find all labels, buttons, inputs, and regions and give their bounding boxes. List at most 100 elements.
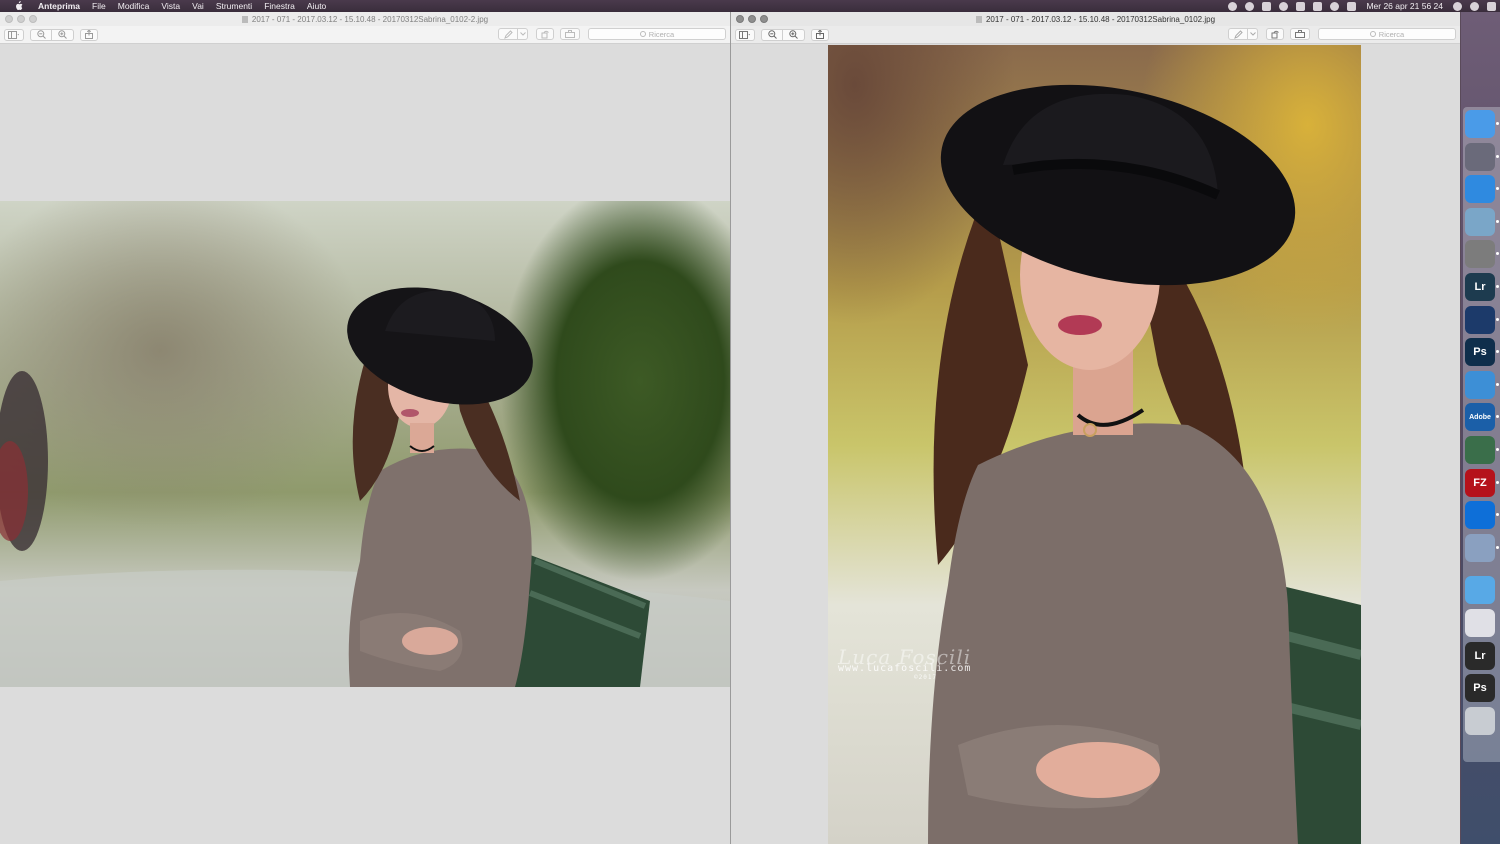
- trash-icon[interactable]: [1465, 706, 1495, 735]
- apple-menu-icon[interactable]: [12, 1, 24, 11]
- titlebar-left[interactable]: 2017 - 071 - 2017.03.12 - 15.10.48 - 201…: [0, 12, 730, 26]
- running-indicator: [1496, 122, 1499, 125]
- zoom-in-button[interactable]: [783, 28, 805, 41]
- teamviewer-status-icon[interactable]: [1279, 1, 1289, 11]
- menu-file[interactable]: File: [86, 0, 112, 12]
- close-button[interactable]: [736, 15, 744, 23]
- finder-icon[interactable]: [1465, 110, 1495, 138]
- document-icon: [975, 15, 982, 23]
- titlebar-right[interactable]: 2017 - 071 - 2017.03.12 - 15.10.48 - 201…: [731, 12, 1460, 26]
- window-title-left: 2017 - 071 - 2017.03.12 - 15.10.48 - 201…: [251, 14, 489, 24]
- spotlight-icon[interactable]: [1453, 1, 1462, 11]
- system-preferences-icon[interactable]: [1465, 240, 1495, 269]
- zoom-out-icon: [767, 30, 777, 39]
- sidebar-toggle-button[interactable]: [4, 28, 24, 41]
- markup-pen-button[interactable]: [1228, 28, 1248, 40]
- filezilla-icon[interactable]: FZ: [1465, 468, 1495, 497]
- toolbox-icon: [1295, 30, 1305, 38]
- search-placeholder-right: Ricerca: [1378, 29, 1405, 39]
- search-icon: [639, 31, 646, 37]
- transmission-icon[interactable]: [1465, 436, 1495, 464]
- share-button[interactable]: [80, 28, 98, 41]
- menu-help[interactable]: Aiuto: [301, 0, 332, 12]
- lightroom-icon[interactable]: Lr: [1465, 273, 1495, 301]
- search-field-right[interactable]: Ricerca: [1318, 28, 1456, 40]
- menu-window[interactable]: Finestra: [258, 0, 301, 12]
- sidebar-icon: [8, 30, 19, 39]
- running-indicator: [1496, 317, 1499, 321]
- wifi-icon[interactable]: [1330, 1, 1340, 11]
- sidebar-toggle-button[interactable]: [735, 28, 755, 41]
- menu-tools[interactable]: Strumenti: [210, 0, 258, 12]
- teamviewer-icon[interactable]: [1465, 501, 1495, 530]
- adobe-icon[interactable]: Adobe: [1465, 403, 1495, 432]
- close-button[interactable]: [5, 15, 13, 23]
- menu-clock[interactable]: Mer 26 apr 21 56 24: [1366, 1, 1443, 11]
- portrait-photo[interactable]: Luca Foscili www.lucafoscili.com ©2017: [828, 45, 1361, 844]
- image-capture-icon[interactable]: [1465, 533, 1495, 562]
- toolbar-right: Ricerca: [731, 26, 1460, 44]
- zoom-out-button[interactable]: [761, 28, 783, 41]
- toolbox-button[interactable]: [560, 28, 580, 40]
- lightroom-stack-icon[interactable]: Lr: [1465, 641, 1495, 670]
- siri-icon[interactable]: [1470, 1, 1479, 11]
- zoom-in-button[interactable]: [52, 28, 74, 41]
- menu-bar: Anteprima File Modifica Vista Vai Strume…: [0, 0, 1500, 12]
- photoshop-icon[interactable]: Ps: [1465, 338, 1495, 367]
- search-field-left[interactable]: Ricerca: [588, 28, 726, 40]
- safari-icon[interactable]: [1465, 175, 1495, 204]
- chevron-down-icon: [1249, 32, 1256, 36]
- toolbar-right-left: Ricerca: [492, 28, 726, 40]
- photoshop-stack-icon[interactable]: Ps: [1465, 674, 1495, 703]
- share-button[interactable]: [811, 28, 829, 41]
- toolbox-button[interactable]: [1290, 28, 1310, 40]
- dock: Lr Ps Adobe FZ Lr Ps: [1461, 12, 1500, 844]
- zoom-button[interactable]: [29, 15, 37, 23]
- minimize-button[interactable]: [17, 15, 25, 23]
- zoom-in-icon: [789, 30, 798, 39]
- markup-group: [1228, 28, 1258, 40]
- preview-window-right: 2017 - 071 - 2017.03.12 - 15.10.48 - 201…: [731, 12, 1460, 844]
- watermark-copyright: ©2017: [914, 674, 938, 681]
- markup-group: [498, 28, 528, 40]
- rotate-button[interactable]: [536, 28, 554, 40]
- running-indicator: [1496, 219, 1499, 223]
- menu-go[interactable]: Vai: [186, 0, 210, 12]
- quicktime-icon[interactable]: [1465, 305, 1495, 334]
- airplay-icon[interactable]: [1313, 1, 1323, 11]
- document-icon: [241, 15, 248, 23]
- zoom-out-button[interactable]: [30, 28, 52, 41]
- markup-pen-button[interactable]: [498, 28, 518, 40]
- menu-edit[interactable]: Modifica: [112, 0, 156, 12]
- sync-status-icon[interactable]: [1245, 1, 1255, 11]
- sidebar-icon: [739, 30, 750, 39]
- pen-icon: [1233, 29, 1243, 39]
- preview-icon[interactable]: [1465, 207, 1495, 236]
- notification-center-icon[interactable]: [1487, 1, 1496, 11]
- share-icon: [85, 30, 93, 39]
- landscape-photo[interactable]: [0, 201, 730, 687]
- downloads-folder-icon[interactable]: [1465, 576, 1495, 605]
- window-controls-right: [736, 15, 768, 23]
- creative-cloud-icon[interactable]: [1465, 370, 1495, 399]
- markup-options-button[interactable]: [518, 28, 528, 40]
- documents-stack-icon[interactable]: [1465, 609, 1495, 637]
- running-indicator: [1496, 285, 1499, 288]
- minimize-button[interactable]: [748, 15, 756, 23]
- display-status-icon[interactable]: [1296, 1, 1306, 11]
- zoom-button[interactable]: [760, 15, 768, 23]
- creative-cloud-status-icon[interactable]: [1228, 1, 1238, 11]
- launchpad-icon[interactable]: [1465, 142, 1495, 171]
- app-status-icon[interactable]: [1262, 1, 1272, 11]
- volume-icon[interactable]: [1347, 1, 1357, 11]
- preview-window-left: 2017 - 071 - 2017.03.12 - 15.10.48 - 201…: [0, 12, 730, 844]
- running-indicator: [1496, 448, 1499, 451]
- menu-app-name[interactable]: Anteprima: [32, 0, 86, 12]
- portrait-photo-subject: [928, 84, 1361, 844]
- menu-view[interactable]: Vista: [155, 0, 186, 12]
- search-icon: [1369, 31, 1376, 37]
- markup-options-button[interactable]: [1248, 28, 1258, 40]
- running-indicator: [1496, 480, 1499, 484]
- rotate-button[interactable]: [1266, 28, 1284, 40]
- pen-icon: [503, 29, 513, 39]
